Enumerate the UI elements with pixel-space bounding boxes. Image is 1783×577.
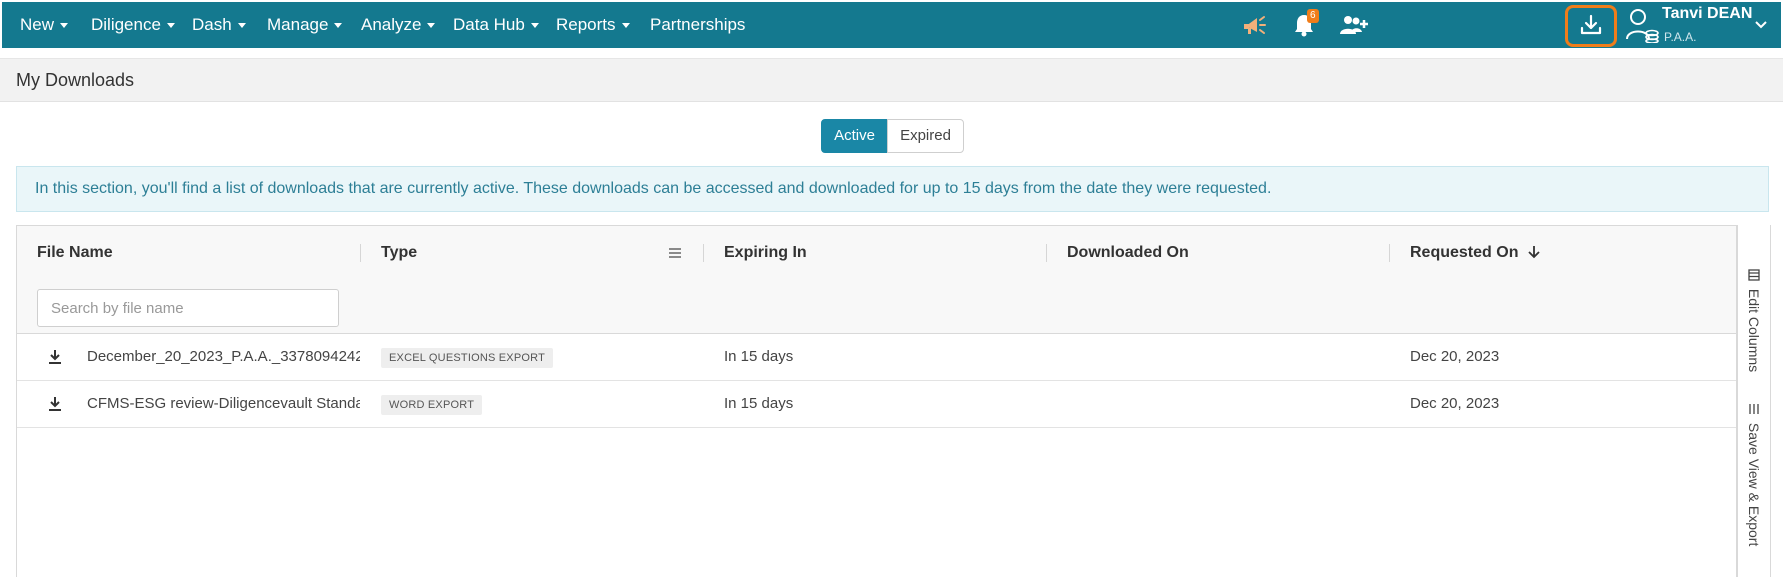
menu-icon [669, 248, 681, 258]
download-icon [1580, 14, 1602, 35]
file-name-cell[interactable]: December_20_2023_P.A.A._3378094242 [87, 334, 360, 380]
column-header-type[interactable]: Type [381, 244, 417, 262]
notifications-button[interactable]: 6 [1289, 2, 1319, 48]
requested-on-cell: Dec 20, 2023 [1410, 395, 1500, 412]
columns-icon [1748, 269, 1760, 281]
edit-columns-label: Edit Columns [1746, 288, 1762, 373]
type-cell: EXCEL QUESTIONS EXPORT [381, 334, 553, 380]
nav-manage-label: Manage [267, 15, 329, 34]
lines-icon [1749, 404, 1759, 414]
caret-down-icon [237, 23, 246, 29]
tab-expired[interactable]: Expired [887, 119, 964, 153]
nav-analyze-label: Analyze [361, 15, 422, 34]
nav-manage[interactable]: Manage [267, 2, 343, 48]
expiring-in-cell: In 15 days [724, 348, 794, 365]
info-banner: In this section, you'll find a list of d… [16, 166, 1769, 212]
caret-down-icon [334, 23, 343, 29]
download-icon [49, 397, 61, 412]
nav-analyze[interactable]: Analyze [361, 2, 436, 48]
downloads-button[interactable] [1571, 2, 1611, 48]
nav-partnerships[interactable]: Partnerships [650, 2, 745, 48]
column-menu-button[interactable] [668, 246, 682, 264]
search-input[interactable] [37, 289, 339, 327]
megaphone-icon [1244, 16, 1266, 34]
column-header-downloaded-on[interactable]: Downloaded On [1067, 244, 1189, 262]
column-header-file-name[interactable]: File Name [37, 244, 113, 262]
announcements-button[interactable] [1240, 2, 1270, 48]
nav-diligence[interactable]: Diligence [91, 2, 175, 48]
caret-down-icon [60, 23, 69, 29]
grid-header: File Name Type Expiring In Downloaded On… [17, 226, 1736, 334]
notification-count-badge: 6 [1307, 9, 1319, 23]
nav-dash[interactable]: Dash [192, 2, 246, 48]
grid-side-panel: Edit Columns Save View & Export [1737, 225, 1771, 577]
chevron-down-icon [1755, 21, 1767, 29]
table-row[interactable]: CFMS-ESG review-Diligencevault Standa WO… [17, 381, 1736, 428]
users-plus-icon [1340, 16, 1368, 34]
page-title: My Downloads [16, 70, 135, 90]
row-download-button[interactable] [47, 334, 77, 380]
row-download-button[interactable] [47, 381, 77, 427]
nav-reports[interactable]: Reports [556, 2, 630, 48]
user-avatar[interactable] [1624, 2, 1660, 48]
download-icon [49, 350, 61, 365]
edit-columns-button[interactable]: Edit Columns [1746, 269, 1762, 372]
column-header-requested-on-label: Requested On [1410, 244, 1519, 261]
user-name[interactable]: Tanvi DEAN [1662, 5, 1752, 23]
user-avatar-icon [1626, 9, 1659, 43]
nav-new[interactable]: New [20, 2, 69, 48]
save-view-export-button[interactable]: Save View & Export [1746, 403, 1762, 546]
nav-data-hub[interactable]: Data Hub [453, 2, 539, 48]
save-view-export-label: Save View & Export [1746, 422, 1762, 547]
file-name-cell[interactable]: CFMS-ESG review-Diligencevault Standa [87, 381, 360, 427]
nav-diligence-label: Diligence [91, 15, 161, 34]
nav-reports-label: Reports [556, 15, 616, 34]
user-menu-toggle[interactable] [1750, 2, 1772, 48]
type-cell: WORD EXPORT [381, 381, 483, 427]
table-row[interactable]: December_20_2023_P.A.A._3378094242 EXCEL… [17, 334, 1736, 381]
sort-desc-arrow-icon [1528, 246, 1540, 259]
caret-down-icon [166, 23, 175, 29]
column-header-requested-on[interactable]: Requested On [1410, 244, 1541, 262]
nav-dash-label: Dash [192, 15, 232, 34]
nav-partnerships-label: Partnerships [650, 15, 746, 34]
column-header-expiring-in[interactable]: Expiring In [724, 244, 807, 262]
column-separator[interactable] [1046, 244, 1047, 262]
expiring-in-cell: In 15 days [724, 395, 794, 412]
nav-new-label: New [20, 15, 55, 34]
page-header: My Downloads [0, 58, 1783, 102]
caret-down-icon [621, 23, 630, 29]
caret-down-icon [427, 23, 436, 29]
nav-data-hub-label: Data Hub [453, 15, 525, 34]
column-separator[interactable] [703, 244, 704, 262]
tab-active[interactable]: Active [821, 119, 888, 153]
column-separator[interactable] [1389, 244, 1390, 262]
column-separator[interactable] [360, 244, 361, 262]
top-navbar: New Diligence Dash Manage Analyze Data H… [2, 2, 1781, 48]
requested-on-cell: Dec 20, 2023 [1410, 348, 1500, 365]
downloads-grid: File Name Type Expiring In Downloaded On… [16, 225, 1737, 577]
type-tag: EXCEL QUESTIONS EXPORT [381, 348, 553, 368]
type-tag: WORD EXPORT [381, 395, 483, 415]
caret-down-icon [530, 23, 539, 29]
user-org: P.A.A. [1664, 30, 1697, 44]
invite-users-button[interactable] [1336, 2, 1372, 48]
